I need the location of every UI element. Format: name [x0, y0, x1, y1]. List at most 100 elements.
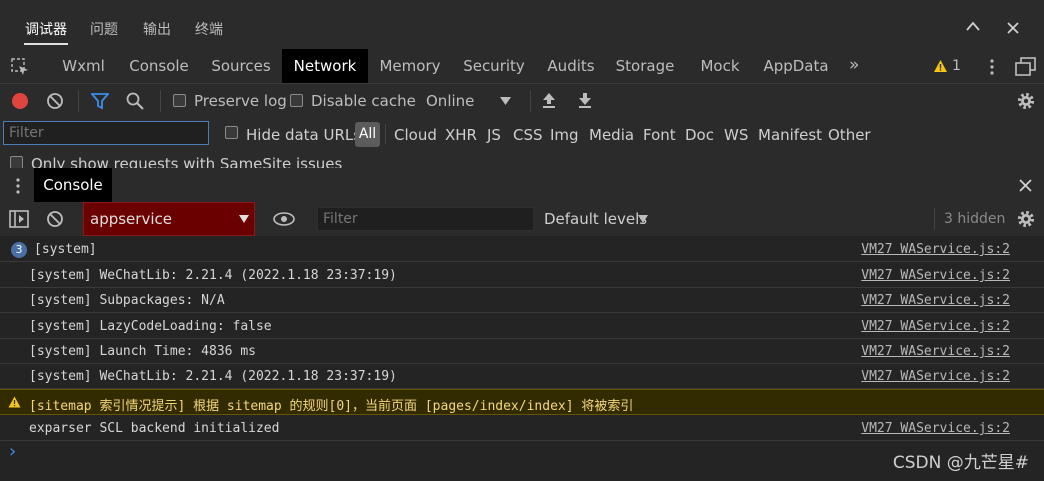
drawer-tab-console[interactable]: Console — [34, 168, 112, 202]
console-message[interactable]: exparser SCL backend initialized VM27 WA… — [0, 416, 1044, 441]
message-source-link[interactable]: VM27 WAService.js:2 — [861, 421, 1010, 436]
disable-cache-label: Disable cache — [311, 92, 416, 110]
message-source-link[interactable]: VM27 WAService.js:2 — [861, 293, 1010, 308]
filter-type-doc[interactable]: Doc — [685, 126, 714, 144]
clear-icon[interactable] — [46, 92, 64, 110]
console-message[interactable]: [system] Subpackages: N/A VM27 WAService… — [0, 288, 1044, 313]
close-icon[interactable] — [1006, 21, 1020, 35]
settings-gear-icon[interactable] — [1016, 91, 1036, 111]
divider — [934, 208, 935, 230]
console-toolbar: appservice Default levels 3 hidden — [0, 202, 1044, 236]
hidden-count: 3 hidden — [944, 211, 1006, 227]
network-toolbar: Preserve log Disable cache Online — [0, 84, 1044, 118]
preserve-log-checkbox[interactable] — [173, 94, 186, 107]
tab-memory[interactable]: Memory — [374, 49, 446, 84]
export-har-icon[interactable] — [577, 92, 593, 110]
divider — [385, 124, 386, 144]
message-source-link[interactable]: VM27 WAService.js:2 — [861, 268, 1010, 283]
filter-type-css[interactable]: CSS — [513, 126, 543, 144]
console-message[interactable]: [system] WeChatLib: 2.21.4 (2022.1.18 23… — [0, 364, 1044, 389]
hide-data-urls-checkbox[interactable] — [225, 126, 238, 139]
throttling-select[interactable]: Online — [426, 92, 474, 110]
samesite-row: Only show requests with SameSite issues — [0, 150, 1044, 168]
filter-type-other[interactable]: Other — [828, 126, 871, 144]
filter-type-cloud[interactable]: Cloud — [394, 126, 437, 144]
tab-problems[interactable]: 问题 — [90, 19, 118, 39]
message-text: [system] — [34, 242, 97, 257]
dropdown-arrow-icon[interactable] — [239, 215, 249, 223]
record-icon[interactable] — [11, 92, 29, 110]
disable-cache-checkbox[interactable] — [290, 94, 303, 107]
dock-side-icon[interactable] — [1015, 57, 1037, 77]
tab-security[interactable]: Security — [458, 49, 530, 84]
inspect-element-icon[interactable] — [11, 58, 29, 76]
network-filter-row: Hide data URLs All Cloud XHR JS CSS Img … — [0, 118, 1044, 150]
tab-mock[interactable]: Mock — [692, 49, 748, 84]
console-message[interactable]: [system] Launch Time: 4836 ms VM27 WASer… — [0, 339, 1044, 364]
network-filter-input[interactable] — [3, 121, 209, 145]
tab-storage[interactable]: Storage — [612, 49, 678, 84]
active-tab-underline — [24, 43, 68, 45]
filter-type-js[interactable]: JS — [487, 126, 501, 144]
message-source-link[interactable]: VM27 WAService.js:2 — [861, 242, 1010, 257]
close-drawer-icon[interactable] — [1019, 179, 1032, 192]
log-levels-select[interactable]: Default levels — [544, 210, 647, 228]
tab-wxml[interactable]: Wxml — [56, 49, 111, 84]
tab-audits[interactable]: Audits — [542, 49, 600, 84]
dropdown-arrow-icon[interactable] — [638, 215, 648, 223]
console-message[interactable]: 3 [system] VM27 WAService.js:2 — [0, 237, 1044, 262]
message-text: [system] LazyCodeLoading: false — [29, 319, 272, 334]
hide-data-urls-label: Hide data URLs — [246, 126, 362, 144]
filter-type-all[interactable]: All — [355, 122, 380, 147]
dropdown-arrow-icon[interactable] — [500, 97, 511, 105]
filter-icon[interactable] — [91, 93, 109, 110]
message-text: [system] Launch Time: 4836 ms — [29, 344, 256, 359]
live-expression-eye-icon[interactable] — [273, 212, 295, 226]
show-sidebar-icon[interactable] — [9, 210, 29, 228]
tab-appdata[interactable]: AppData — [760, 49, 832, 84]
console-prompt-icon[interactable]: › — [9, 441, 16, 462]
tab-debugger[interactable]: 调试器 — [25, 19, 67, 39]
context-select-value: appservice — [90, 210, 172, 228]
message-text: exparser SCL backend initialized — [29, 421, 280, 436]
console-message[interactable]: [system] LazyCodeLoading: false VM27 WAS… — [0, 314, 1044, 339]
watermark: CSDN @九芒星# — [892, 453, 1029, 473]
devtools-tab-bar: Wxml Console Sources Network Memory Secu… — [0, 49, 1044, 84]
console-settings-gear-icon[interactable] — [1016, 209, 1036, 229]
warning-icon — [8, 396, 21, 408]
preserve-log-label: Preserve log — [194, 92, 287, 110]
filter-type-img[interactable]: Img — [550, 126, 579, 144]
import-har-icon[interactable] — [541, 92, 557, 110]
search-icon[interactable] — [126, 92, 144, 110]
tab-sources[interactable]: Sources — [206, 49, 276, 84]
clear-console-icon[interactable] — [46, 210, 64, 228]
message-text: [system] WeChatLib: 2.21.4 (2022.1.18 23… — [29, 268, 397, 283]
message-source-link[interactable]: VM27 WAService.js:2 — [861, 344, 1010, 359]
message-text: [system] Subpackages: N/A — [29, 293, 225, 308]
chevron-up-icon[interactable] — [965, 20, 981, 32]
console-warning-message[interactable]: [sitemap 索引情况提示] 根据 sitemap 的规则[0]，当前页面 … — [0, 389, 1044, 415]
message-text: [sitemap 索引情况提示] 根据 sitemap 的规则[0]，当前页面 … — [29, 399, 634, 414]
message-source-link[interactable]: VM27 WAService.js:2 — [861, 319, 1010, 334]
console-message[interactable]: [system] WeChatLib: 2.21.4 (2022.1.18 23… — [0, 263, 1044, 288]
more-tabs-icon[interactable]: » — [849, 55, 859, 75]
samesite-checkbox[interactable] — [10, 156, 23, 168]
filter-type-xhr[interactable]: XHR — [445, 126, 477, 144]
divider — [78, 90, 79, 112]
filter-type-media[interactable]: Media — [589, 126, 634, 144]
message-text: [system] WeChatLib: 2.21.4 (2022.1.18 23… — [29, 369, 397, 384]
context-select[interactable]: appservice — [83, 202, 255, 236]
top-tab-bar: 调试器 问题 输出 终端 — [0, 0, 1044, 49]
drawer-menu-icon[interactable] — [14, 177, 22, 195]
message-source-link[interactable]: VM27 WAService.js:2 — [861, 369, 1010, 384]
console-filter-input[interactable] — [317, 207, 534, 231]
more-options-icon[interactable] — [985, 58, 999, 76]
filter-type-font[interactable]: Font — [643, 126, 676, 144]
tab-network[interactable]: Network — [282, 49, 368, 84]
warning-icon[interactable] — [933, 59, 948, 73]
tab-console[interactable]: Console — [123, 49, 195, 84]
filter-type-manifest[interactable]: Manifest — [758, 126, 822, 144]
tab-terminal[interactable]: 终端 — [195, 19, 223, 39]
filter-type-ws[interactable]: WS — [724, 126, 748, 144]
tab-output[interactable]: 输出 — [143, 19, 171, 39]
